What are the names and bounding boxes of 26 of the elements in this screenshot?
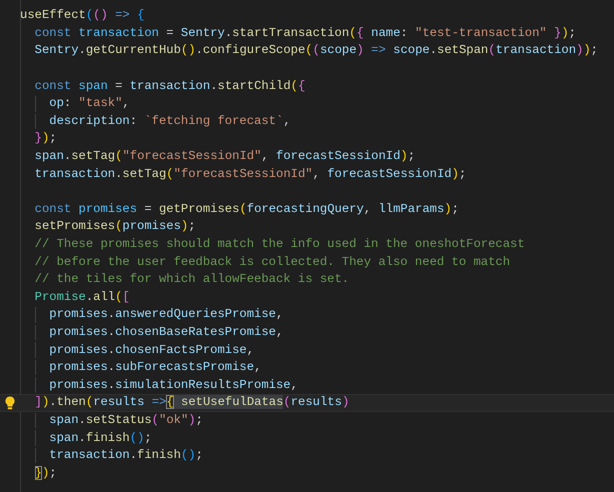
code-line: promises.simulationResultsPromise, xyxy=(49,376,298,394)
code-comment: // These promises should match the info used in the oneshotForecast xyxy=(34,236,525,254)
code-line: }); xyxy=(34,130,57,148)
code-line: Sentry.getCurrentHub().configureScope((scope) => scope.setSpan(transaction)); xyxy=(34,42,598,60)
code-line: op: "task", xyxy=(49,95,130,112)
code-line: }); xyxy=(34,464,57,482)
code-comment: // the tiles for which allowFeeback is set. xyxy=(34,271,350,288)
code-line: setPromises(promises); xyxy=(34,218,196,236)
code-line: transaction.setTag("forecastSessionId", forecastSessionId); xyxy=(34,166,466,183)
code-line: const span = transaction.startChild({ xyxy=(34,78,306,95)
code-line: promises.chosenFactsPromise, xyxy=(49,342,254,359)
code-line: const transaction = Sentry.startTransaction({ name: "test-transaction" }); xyxy=(34,24,576,42)
code-line: transaction.finish(); xyxy=(49,447,203,464)
code-line: const promises = getPromises(forecastingQuery, llmParams); xyxy=(34,200,459,218)
code-line: Promise.all([ xyxy=(34,288,130,306)
code-line: description: `fetching forecast`, xyxy=(49,112,291,130)
code-line: useEffect(() => { xyxy=(20,7,144,24)
code-line: ]).then(results =>{ setUsefulDatas(results) xyxy=(34,394,350,412)
code-line: promises.answeredQueriesPromise, xyxy=(49,306,284,324)
code-line: promises.chosenBaseRatesPromise, xyxy=(49,324,284,341)
code-comment: // before the user feedback is collected. They also need to match xyxy=(34,254,510,271)
code-line: promises.subForecastsPromise, xyxy=(49,359,262,376)
code-line: span.setTag("forecastSessionId", forecastSessionId); xyxy=(34,148,416,166)
lightbulb-icon[interactable] xyxy=(5,396,15,410)
code-line: span.finish(); xyxy=(49,430,152,447)
code-line: span.setStatus("ok"); xyxy=(49,412,203,429)
